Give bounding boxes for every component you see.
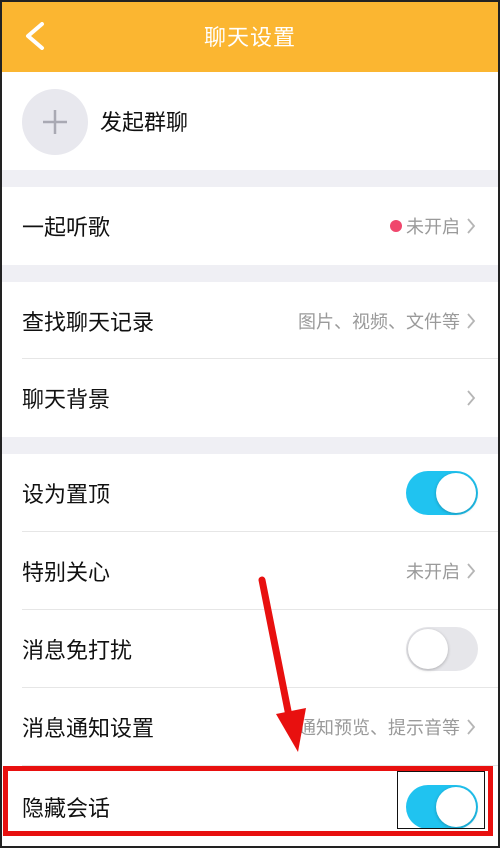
hide-chat-label: 隐藏会话 <box>22 797 111 822</box>
chat-background-row[interactable]: 聊天背景 <box>0 359 500 437</box>
hide-chat-toggle[interactable] <box>406 785 478 829</box>
chevron-right-icon <box>467 563 476 579</box>
listen-together-value: 未开启 <box>406 217 460 238</box>
chat-background-label: 聊天背景 <box>22 388 111 413</box>
toggle-knob <box>436 787 476 827</box>
chevron-right-icon <box>467 218 476 234</box>
search-history-row[interactable]: 查找聊天记录 图片、视频、文件等 <box>0 282 500 359</box>
chevron-right-icon <box>467 312 476 329</box>
pin-top-toggle[interactable] <box>406 471 478 515</box>
do-not-disturb-label: 消息免打扰 <box>22 639 133 664</box>
toggle-knob <box>436 473 476 513</box>
listen-together-status: 未开启 <box>390 213 476 239</box>
pin-top-row: 设为置顶 <box>0 454 500 532</box>
records-section: 查找聊天记录 图片、视频、文件等 聊天背景 <box>0 282 500 437</box>
search-history-value: 图片、视频、文件等 <box>298 311 460 333</box>
music-section: 一起听歌 未开启 <box>0 187 500 265</box>
do-not-disturb-toggle[interactable] <box>406 627 478 671</box>
special-care-label: 特别关心 <box>22 561 111 586</box>
page-title: 聊天设置 <box>203 26 296 51</box>
group-chat-section: 发起群聊 <box>0 72 500 170</box>
start-group-chat-row[interactable]: 发起群聊 <box>0 72 500 170</box>
plus-icon[interactable] <box>22 89 88 155</box>
notification-settings-label: 消息通知设置 <box>22 717 155 742</box>
do-not-disturb-row: 消息免打扰 <box>0 610 500 688</box>
notification-settings-value: 通知预览、提示音等 <box>298 718 460 739</box>
settings-section: 设为置顶 特别关心 未开启 消息免打扰 消息通知设置 通知预览、提示音等 隐藏会… <box>0 454 500 848</box>
search-history-hint: 图片、视频、文件等 <box>298 308 476 334</box>
start-group-chat-label: 发起群聊 <box>100 111 189 136</box>
hide-chat-row: 隐藏会话 <box>0 766 500 848</box>
special-care-row[interactable]: 特别关心 未开启 <box>0 532 500 610</box>
chevron-left-icon[interactable] <box>22 22 48 50</box>
listen-together-label: 一起听歌 <box>22 216 111 241</box>
pin-top-label: 设为置顶 <box>22 483 111 508</box>
toggle-knob <box>408 629 448 669</box>
chevron-right-icon <box>467 390 476 406</box>
top-bar: 聊天设置 <box>0 0 500 72</box>
notification-settings-row[interactable]: 消息通知设置 通知预览、提示音等 <box>0 688 500 766</box>
chevron-right-icon <box>467 719 476 735</box>
search-history-label: 查找聊天记录 <box>22 310 155 336</box>
chat-background-arrow <box>460 390 476 406</box>
listen-together-row[interactable]: 一起听歌 未开启 <box>0 187 500 265</box>
status-dot <box>390 220 402 232</box>
notification-settings-hint: 通知预览、提示音等 <box>298 714 476 740</box>
special-care-value: 未开启 <box>406 562 460 583</box>
special-care-status: 未开启 <box>406 558 476 584</box>
